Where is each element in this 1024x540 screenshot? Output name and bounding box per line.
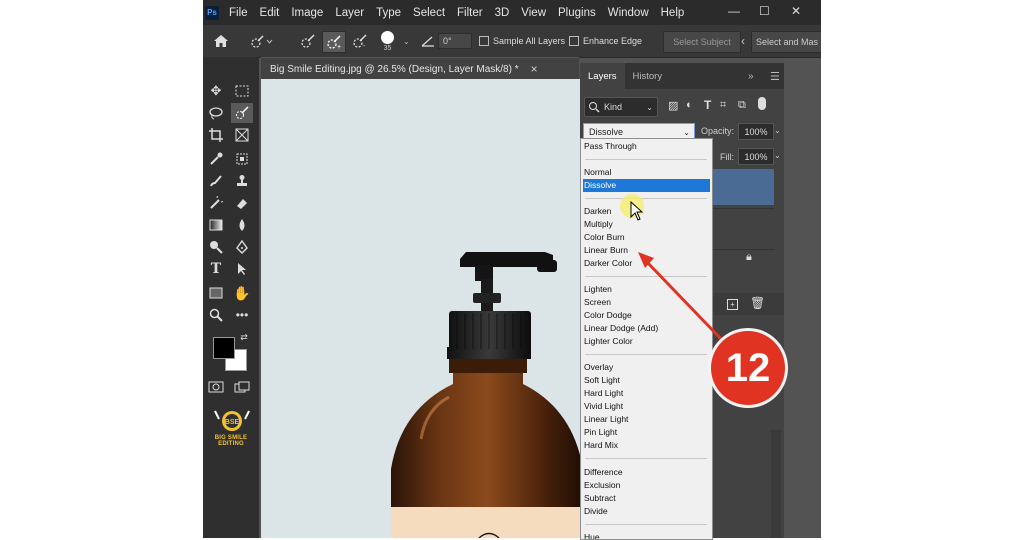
mouse-cursor-icon bbox=[630, 201, 644, 221]
annotation-overlay bbox=[620, 194, 724, 342]
step-number-badge: 12 bbox=[711, 331, 785, 405]
annotation-arrow bbox=[644, 259, 724, 342]
